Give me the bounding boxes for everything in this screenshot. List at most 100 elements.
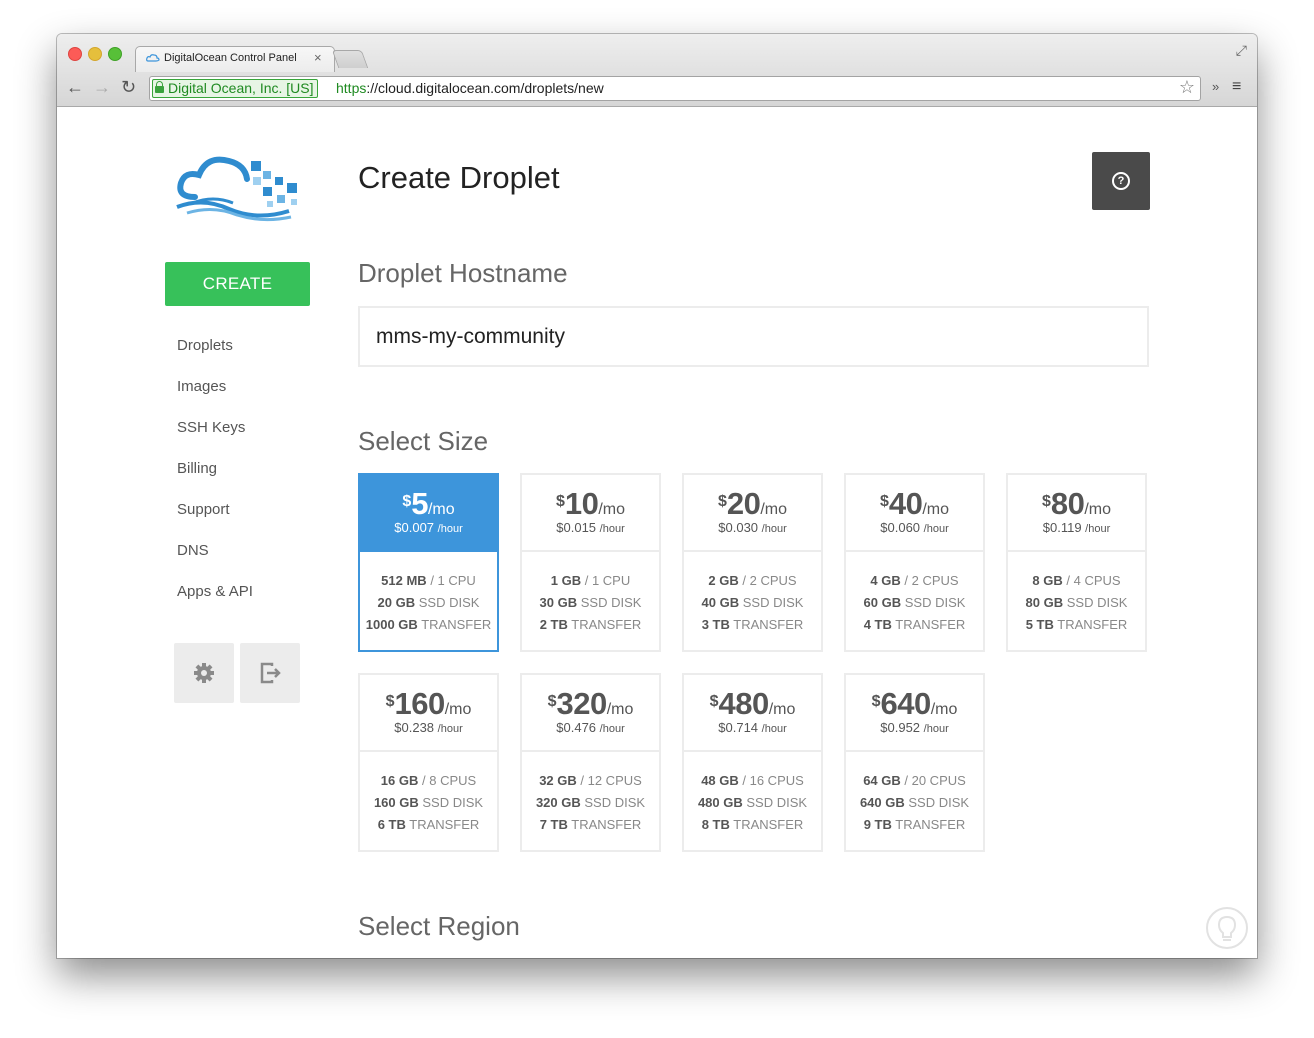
size-option-card[interactable]: $320/mo $0.476 /hour 32 GB / 12 CPUS 320 GB… [520, 673, 661, 852]
reload-icon[interactable]: ↻ [121, 77, 136, 97]
hourly-price: $0.030 /hour [684, 520, 821, 535]
memory-value: 2 GB [708, 573, 739, 588]
monthly-price: $640/mo [846, 675, 983, 721]
hourly-amount: $0.476 [556, 720, 597, 735]
transfer-unit: TRANSFER [733, 817, 804, 832]
browser-tab[interactable]: DigitalOcean Control Panel × [135, 46, 335, 72]
transfer-spec: 4 TB TRANSFER [846, 614, 983, 636]
digitalocean-logo[interactable] [173, 151, 303, 223]
url-scheme: https [336, 80, 367, 96]
size-price-header: $480/mo $0.714 /hour [684, 675, 821, 752]
help-button[interactable]: ? [1092, 152, 1150, 210]
transfer-unit: TRANSFER [409, 817, 480, 832]
hourly-unit: /hour [599, 723, 625, 735]
cpu-value: / 12 CPUS [580, 773, 642, 788]
extensions-overflow-icon[interactable]: » [1212, 79, 1219, 94]
size-price-header: $640/mo $0.952 /hour [846, 675, 983, 752]
hourly-unit: /hour [761, 523, 787, 535]
logout-icon [260, 662, 281, 684]
sidebar-item-ssh-keys[interactable]: SSH Keys [177, 415, 253, 456]
monthly-price: $320/mo [522, 675, 659, 721]
bookmark-star-icon[interactable]: ☆ [1179, 77, 1195, 98]
sidebar-item-billing[interactable]: Billing [177, 456, 253, 497]
hourly-price: $0.476 /hour [522, 720, 659, 735]
fullscreen-icon[interactable]: ⤢ [1236, 42, 1247, 59]
sidebar-item-dns[interactable]: DNS [177, 538, 253, 579]
logout-button[interactable] [240, 643, 300, 703]
cpu-value: / 1 CPU [584, 573, 631, 588]
hourly-unit: /hour [1085, 523, 1111, 535]
size-option-card[interactable]: $20/mo $0.030 /hour 2 GB / 2 CPUS 40 GB SSD… [682, 473, 823, 652]
disk-value: 40 GB [701, 595, 740, 610]
hourly-amount: $0.015 [556, 520, 597, 535]
sidebar-item-support[interactable]: Support [177, 497, 253, 538]
memory-cpu-spec: 32 GB / 12 CPUS [522, 770, 659, 792]
transfer-value: 8 TB [701, 817, 730, 832]
close-tab-icon[interactable]: × [314, 50, 322, 65]
size-price-header: $10/mo $0.015 /hour [522, 475, 659, 552]
price-amount: 80 [1050, 486, 1085, 521]
currency-symbol: $ [871, 693, 881, 710]
create-button[interactable]: CREATE [165, 262, 310, 306]
size-option-card[interactable]: $640/mo $0.952 /hour 64 GB / 20 CPUS 640 GB… [844, 673, 985, 852]
price-period: /mo [427, 501, 455, 518]
size-option-card[interactable]: $5/mo $0.007 /hour 512 MB / 1 CPU 20 GB SSD… [358, 473, 499, 652]
hourly-amount: $0.007 [394, 520, 435, 535]
memory-value: 64 GB [863, 773, 901, 788]
currency-symbol: $ [402, 493, 412, 510]
transfer-value: 2 TB [539, 617, 568, 632]
minimize-window-button[interactable] [88, 47, 102, 61]
currency-symbol: $ [879, 493, 889, 510]
sidebar-item-images[interactable]: Images [177, 374, 253, 415]
memory-cpu-spec: 1 GB / 1 CPU [522, 570, 659, 592]
memory-cpu-spec: 2 GB / 2 CPUS [684, 570, 821, 592]
size-option-card[interactable]: $40/mo $0.060 /hour 4 GB / 2 CPUS 60 GB SSD… [844, 473, 985, 652]
region-heading: Select Region [358, 911, 520, 941]
disk-unit: SSD DISK [746, 795, 808, 810]
price-amount: 480 [718, 686, 770, 721]
transfer-unit: TRANSFER [895, 617, 966, 632]
transfer-value: 4 TB [863, 617, 892, 632]
price-period: /mo [444, 701, 472, 718]
zoom-window-button[interactable] [108, 47, 122, 61]
memory-value: 32 GB [539, 773, 577, 788]
size-specs: 4 GB / 2 CPUS 60 GB SSD DISK 4 TB TRANSFER [846, 552, 983, 636]
price-period: /mo [922, 501, 950, 518]
size-price-header: $40/mo $0.060 /hour [846, 475, 983, 552]
price-amount: 5 [411, 486, 428, 521]
price-period: /mo [606, 701, 634, 718]
disk-unit: SSD DISK [418, 595, 480, 610]
size-option-card[interactable]: $10/mo $0.015 /hour 1 GB / 1 CPU 30 GB SSD … [520, 473, 661, 652]
cpu-value: / 1 CPU [430, 573, 476, 588]
close-window-button[interactable] [68, 47, 82, 61]
hourly-price: $0.714 /hour [684, 720, 821, 735]
url-text[interactable]: https://cloud.digitalocean.com/droplets/… [336, 79, 604, 97]
price-period: /mo [760, 501, 788, 518]
address-bar[interactable]: Digital Ocean, Inc. [US] https://cloud.d… [149, 76, 1201, 101]
question-circle-icon: ? [1112, 172, 1130, 190]
disk-unit: SSD DISK [580, 595, 642, 610]
price-amount: 320 [556, 686, 608, 721]
tips-button[interactable] [1206, 907, 1248, 949]
sidebar-item-apps-api[interactable]: Apps & API [177, 579, 253, 620]
size-option-card[interactable]: $80/mo $0.119 /hour 8 GB / 4 CPUS 80 GB SSD… [1006, 473, 1147, 652]
transfer-spec: 2 TB TRANSFER [522, 614, 659, 636]
new-tab-button[interactable] [331, 50, 369, 68]
hourly-amount: $0.952 [880, 720, 921, 735]
cpu-value: / 4 CPUS [1066, 573, 1121, 588]
sidebar-item-droplets[interactable]: Droplets [177, 333, 253, 374]
forward-icon[interactable]: → [93, 77, 111, 97]
browser-menu-icon[interactable]: ≡ [1232, 78, 1241, 96]
monthly-price: $20/mo [684, 475, 821, 521]
hostname-heading: Droplet Hostname [358, 258, 568, 288]
size-option-card[interactable]: $480/mo $0.714 /hour 48 GB / 16 CPUS 480 GB… [682, 673, 823, 852]
memory-cpu-spec: 16 GB / 8 CPUS [360, 770, 497, 792]
disk-value: 320 GB [535, 795, 581, 810]
transfer-value: 1000 GB [365, 617, 418, 632]
size-option-card[interactable]: $160/mo $0.238 /hour 16 GB / 8 CPUS 160 GB … [358, 673, 499, 852]
hostname-input[interactable] [358, 306, 1149, 367]
memory-value: 16 GB [380, 773, 419, 788]
ev-certificate-badge[interactable]: Digital Ocean, Inc. [US] [152, 79, 318, 98]
settings-button[interactable] [174, 643, 234, 703]
back-icon[interactable]: ← [66, 77, 84, 97]
